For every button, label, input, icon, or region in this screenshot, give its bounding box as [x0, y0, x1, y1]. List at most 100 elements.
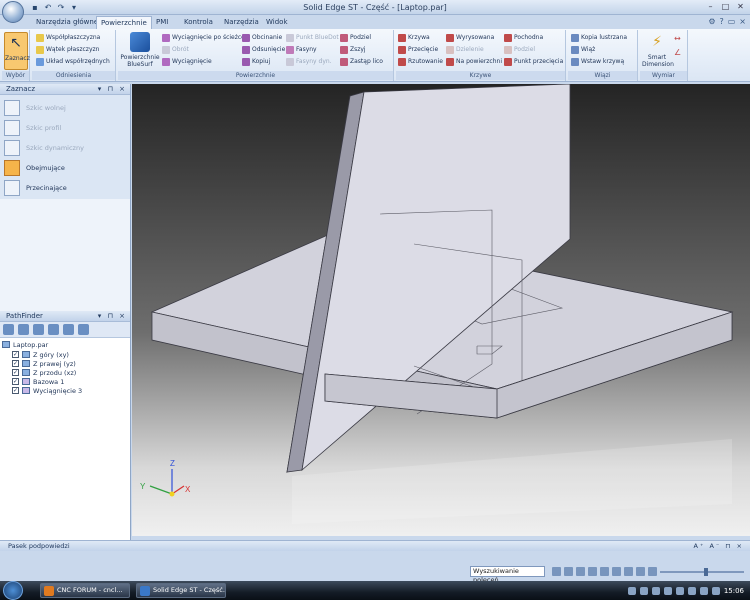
replace-face-button[interactable]: Zastąp lico	[340, 56, 383, 67]
split-curve-button[interactable]: Podziel	[504, 44, 535, 55]
tree-root[interactable]: Laptop.par	[2, 340, 48, 349]
tree-item[interactable]: ✓ Bazowa 1	[12, 377, 64, 386]
select-profile-sketch[interactable]: Szkic profil	[4, 119, 61, 136]
derived-button[interactable]: Pochodna	[504, 32, 543, 43]
zoom-slider-thumb[interactable]	[704, 568, 708, 576]
view-orient-icon[interactable]	[636, 567, 645, 576]
drawn-curve-button[interactable]: Wyrysowana	[446, 32, 494, 43]
restore-icon[interactable]: ▭	[728, 17, 736, 26]
coordinate-system-button[interactable]: Układ współrzędnych	[36, 56, 110, 67]
tray-icon-6[interactable]	[687, 586, 696, 595]
split-button[interactable]: Podziel	[340, 32, 371, 43]
tree-item[interactable]: ✓ Z przodu (xz)	[12, 368, 76, 377]
taskbar-item-solidedge[interactable]: Solid Edge ST - Część...	[136, 583, 226, 598]
tab-home[interactable]: Narzędzia główne	[32, 16, 102, 29]
bluesurf-button[interactable]: Powierzchnie BlueSurf	[120, 32, 160, 68]
pan-icon[interactable]	[600, 567, 609, 576]
bluedot-button[interactable]: Punkt BlueDot	[286, 32, 339, 43]
triad-y-axis	[149, 485, 173, 495]
smart-dimension-button[interactable]: ⚡ Smart Dimension	[642, 32, 674, 68]
angle-dimension-icon[interactable]: ∠	[674, 48, 684, 58]
tray-icon-3[interactable]	[651, 586, 660, 595]
tab-surfaces[interactable]: Powierzchnie	[96, 16, 152, 29]
copy-button[interactable]: Kopiuj	[242, 56, 270, 67]
network-icon[interactable]	[711, 586, 720, 595]
tab-pmi[interactable]: PMI	[152, 16, 172, 29]
command-search-input[interactable]: Wyszukiwanie poleceń	[470, 566, 545, 584]
pf-tool-2-icon[interactable]	[18, 324, 29, 335]
tree-item[interactable]: ✓ Z góry (xy)	[12, 350, 69, 359]
tray-icon-1[interactable]	[627, 586, 636, 595]
dimension-small-icon[interactable]: ↔	[674, 34, 684, 44]
insert-curve-button[interactable]: Wstaw krzywą	[571, 56, 624, 67]
pf-tool-6-icon[interactable]	[78, 324, 89, 335]
trim-button[interactable]: Obcinanie	[242, 32, 282, 43]
intersection-button[interactable]: Przecięcie	[398, 44, 438, 55]
panel-pin-icon[interactable]: ▾ ⊓ ×	[98, 84, 127, 95]
checkbox[interactable]: ✓	[12, 369, 19, 376]
checkbox[interactable]: ✓	[12, 351, 19, 358]
select-dynamic-sketch[interactable]: Szkic dynamiczny	[4, 139, 84, 156]
tab-tools[interactable]: Narzędzia	[220, 16, 263, 29]
fasyny-icon	[286, 45, 294, 54]
plane-button[interactable]: Wątek płaszczyzn	[36, 44, 99, 55]
window-title: Solid Edge ST - Część - [Laptop.par]	[303, 3, 447, 12]
pathfinder-pin-icon[interactable]: ▾ ⊓ ×	[98, 311, 127, 322]
intersection-point-button[interactable]: Punkt przecięcia	[504, 56, 563, 67]
tray-icon-5[interactable]	[675, 586, 684, 595]
application-button[interactable]	[2, 1, 24, 23]
project-button[interactable]: Rzutowanie	[398, 56, 443, 67]
group-wybor: ↖ Zaznacz Wybór	[2, 30, 30, 81]
clock[interactable]: 15:06	[724, 587, 744, 595]
offset-button[interactable]: Odsunięcie	[242, 44, 285, 55]
zoom-icon[interactable]	[576, 567, 585, 576]
taskbar-item-firefox[interactable]: CNC FORUM - cncl...	[40, 583, 130, 598]
stitch-button[interactable]: Zszyj	[340, 44, 366, 55]
mirror-copy-button[interactable]: Kopia lustrzana	[571, 32, 627, 43]
tree-item[interactable]: ✓ Z prawej (yz)	[12, 359, 76, 368]
checkbox[interactable]: ✓	[12, 387, 19, 394]
pf-tool-4-icon[interactable]	[48, 324, 59, 335]
pf-tool-5-icon[interactable]	[63, 324, 74, 335]
select-intersecting[interactable]: Przecinające	[4, 179, 67, 196]
extrude-button[interactable]: Wyciągnięcie	[162, 56, 212, 67]
close-button[interactable]: ✕	[734, 2, 747, 12]
divide-curve-button[interactable]: Dzielenie	[446, 44, 484, 55]
coplanar-plane-button[interactable]: Współpłaszczyzna	[36, 32, 100, 43]
help-icon[interactable]: ?	[719, 17, 723, 26]
constrain-button[interactable]: Wiąż	[571, 44, 595, 55]
taskbar: CNC FORUM - cncl... Solid Edge ST - Częś…	[0, 581, 750, 600]
maximize-button[interactable]: □	[719, 2, 732, 12]
select-free-sketch[interactable]: Szkic wolnej	[4, 99, 66, 116]
select-enclosing[interactable]: Obejmujące	[4, 159, 65, 176]
minimize-button[interactable]: –	[704, 2, 717, 12]
tray-icon-2[interactable]	[639, 586, 648, 595]
fasyny-dyn-button[interactable]: Fasyny dyn.	[286, 56, 332, 67]
zoom-area-icon[interactable]	[564, 567, 573, 576]
settings-icon[interactable]: ⚙	[708, 17, 715, 26]
zoom-slider[interactable]	[660, 568, 744, 576]
tray-icon-4[interactable]	[663, 586, 672, 595]
close-doc-icon[interactable]: ×	[739, 17, 746, 26]
shaded-icon[interactable]	[624, 567, 633, 576]
fasyny-button[interactable]: Fasyny	[286, 44, 317, 55]
volume-icon[interactable]	[699, 586, 708, 595]
on-surface-button[interactable]: Na powierzchni	[446, 56, 502, 67]
sweep-button[interactable]: Wyciągnięcie po ścieżce	[162, 32, 245, 43]
go-icon[interactable]	[552, 567, 561, 576]
tree-item[interactable]: ✓ Wyciągnięcie 3	[12, 386, 82, 395]
graphics-viewport[interactable]: Z Y X	[132, 83, 750, 536]
revolve-button[interactable]: Obrót	[162, 44, 189, 55]
tab-view[interactable]: Widok	[262, 16, 292, 29]
fit-icon[interactable]	[588, 567, 597, 576]
tab-inspect[interactable]: Kontrola	[180, 16, 217, 29]
checkbox[interactable]: ✓	[12, 360, 19, 367]
rotate-icon[interactable]	[612, 567, 621, 576]
select-button[interactable]: ↖ Zaznacz	[4, 32, 30, 70]
pf-tool-1-icon[interactable]	[3, 324, 14, 335]
curve-button[interactable]: Krzywa	[398, 32, 430, 43]
pf-tool-3-icon[interactable]	[33, 324, 44, 335]
display-mode-icon[interactable]	[648, 567, 657, 576]
checkbox[interactable]: ✓	[12, 378, 19, 385]
start-button[interactable]	[3, 581, 23, 600]
